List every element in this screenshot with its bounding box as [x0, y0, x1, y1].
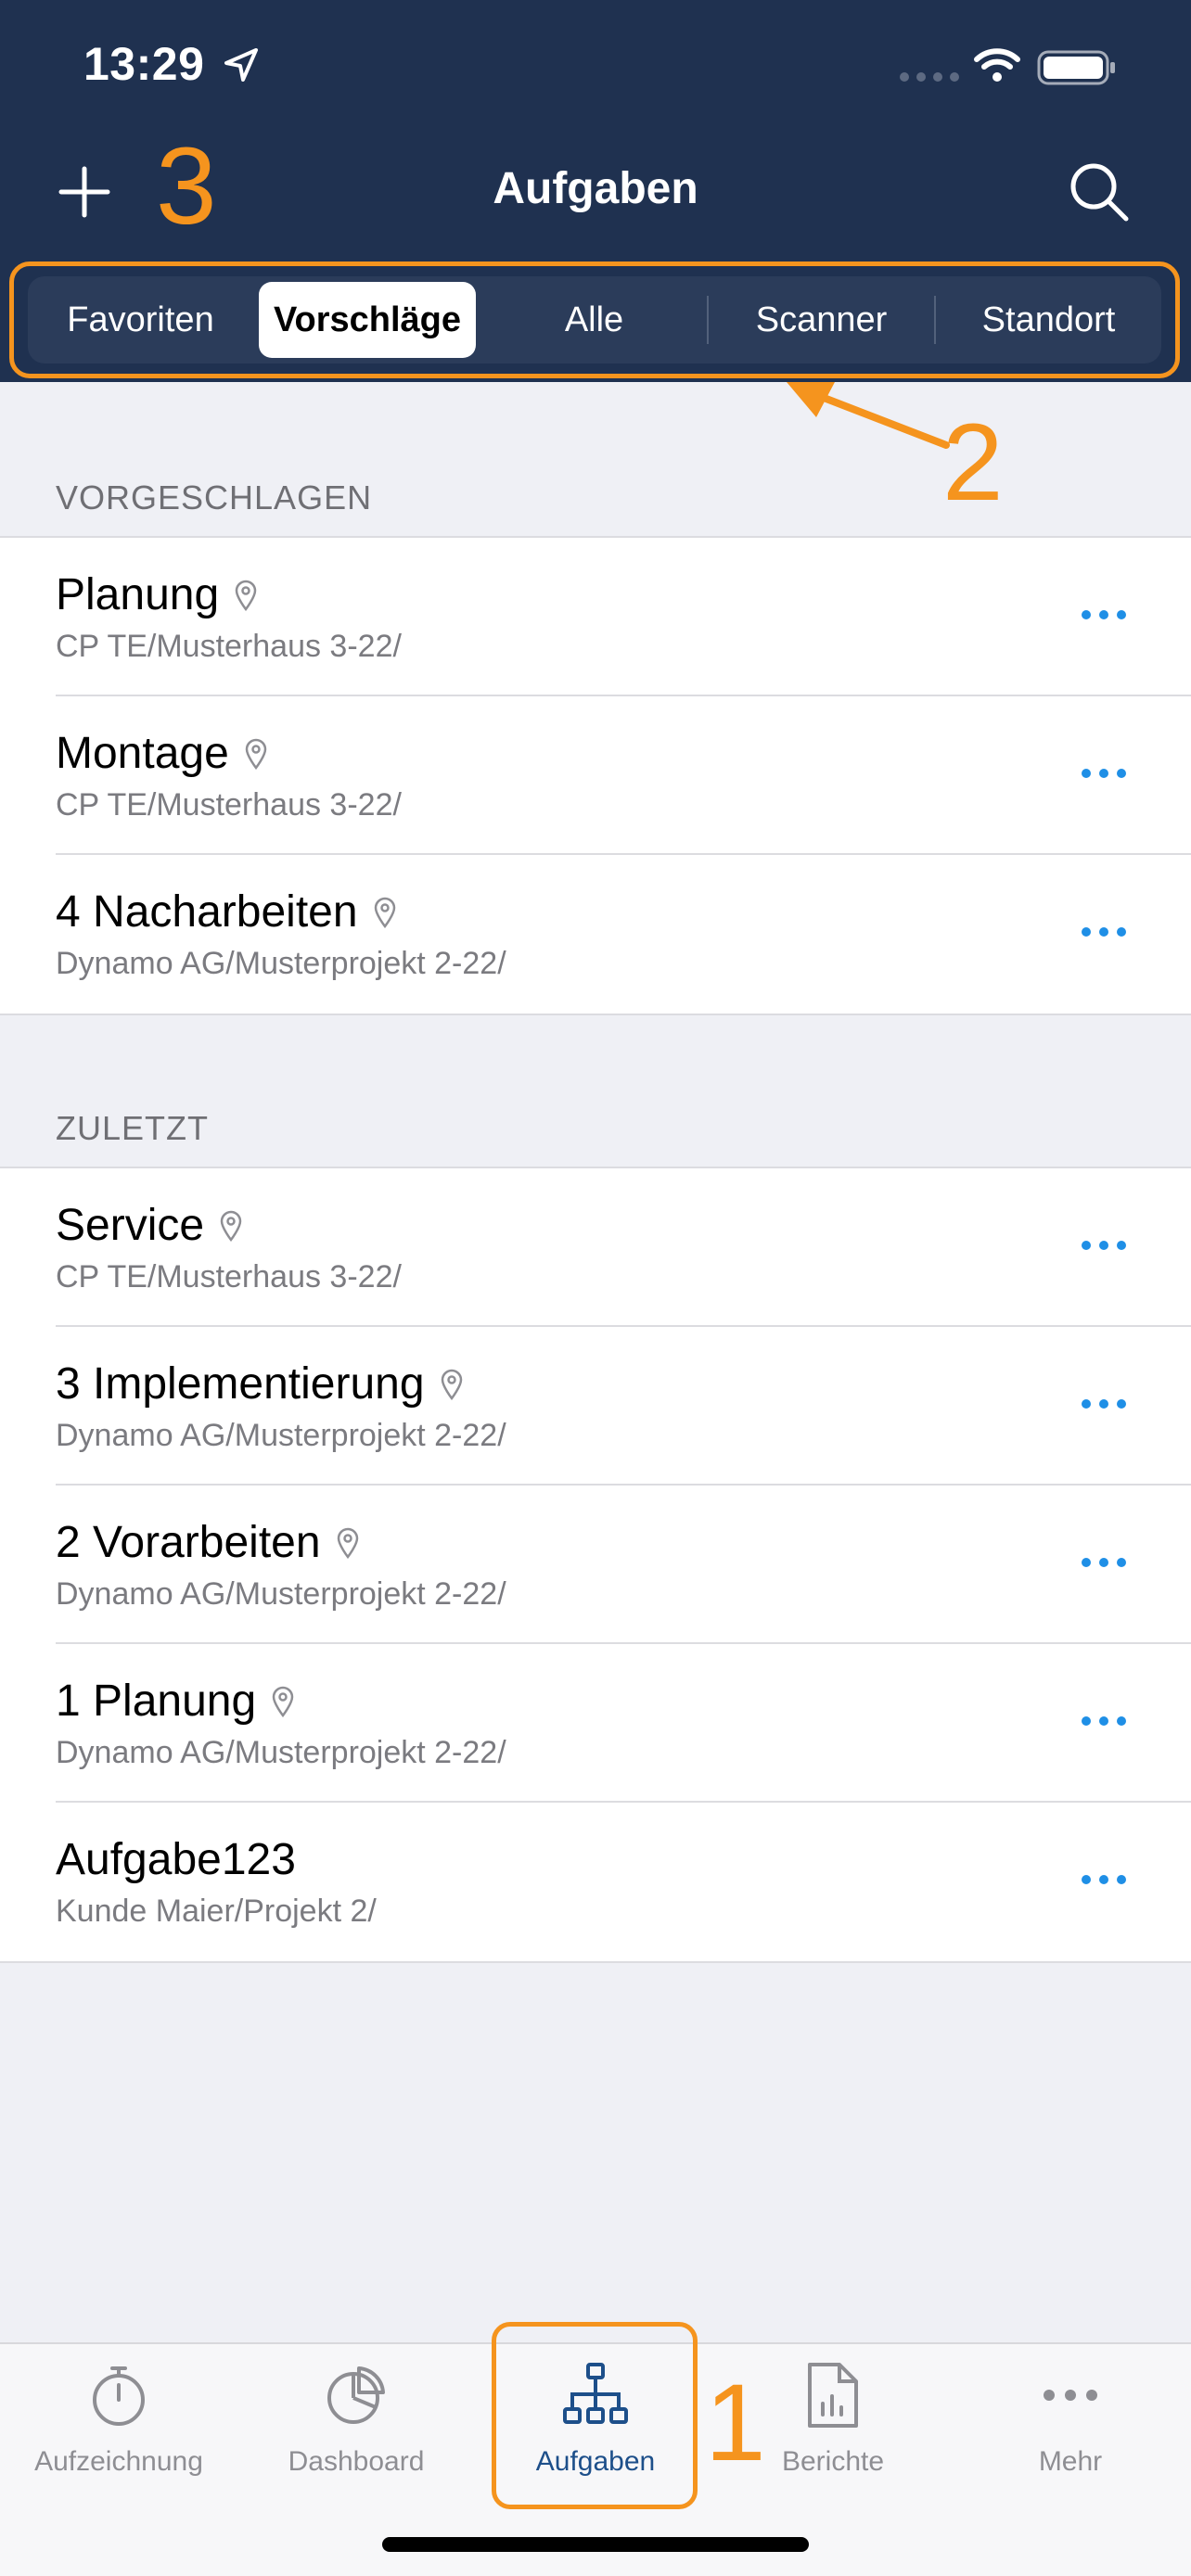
task-path: Dynamo AG/Musterprojekt 2-22/ [56, 946, 506, 981]
more-options-icon[interactable] [1082, 1558, 1126, 1567]
task-title: 1 Planung [56, 1677, 257, 1726]
section-header-zuletzt: ZULETZT [56, 1109, 209, 1147]
task-path: Dynamo AG/Musterprojekt 2-22/ [56, 1735, 506, 1770]
more-options-icon[interactable] [1082, 1716, 1126, 1726]
tab-label: Berichte [781, 2446, 885, 2477]
recent-list: Service CP TE/Musterhaus 3-22/ 3 Impleme… [0, 1167, 1191, 1963]
task-title: Montage [56, 729, 229, 778]
tab-label: Dashboard [288, 2446, 425, 2477]
list-item[interactable]: Service CP TE/Musterhaus 3-22/ [0, 1168, 1191, 1327]
list-item[interactable]: Planung CP TE/Musterhaus 3-22/ [0, 538, 1191, 696]
more-options-icon[interactable] [1082, 1241, 1126, 1250]
status-time: 13:29 [83, 38, 205, 90]
list-item[interactable]: 4 Nacharbeiten Dynamo AG/Musterprojekt 2… [0, 855, 1191, 1014]
list-item[interactable]: 1 Planung Dynamo AG/Musterprojekt 2-22/ [0, 1644, 1191, 1803]
task-path: CP TE/Musterhaus 3-22/ [56, 629, 402, 664]
task-title: Planung [56, 570, 220, 619]
list-item[interactable]: 2 Vorarbeiten Dynamo AG/Musterprojekt 2-… [0, 1486, 1191, 1644]
list-item[interactable]: Montage CP TE/Musterhaus 3-22/ [0, 696, 1191, 855]
more-icon [1044, 2390, 1097, 2401]
task-path: Dynamo AG/Musterprojekt 2-22/ [56, 1418, 506, 1453]
page-title: Aufgaben [493, 164, 698, 213]
battery-icon [1037, 50, 1115, 85]
report-icon [808, 2363, 858, 2428]
task-path: CP TE/Musterhaus 3-22/ [56, 1259, 402, 1294]
annotation-arrow-icon [787, 382, 950, 449]
search-icon[interactable] [1067, 159, 1132, 224]
task-title: 2 Vorarbeiten [56, 1518, 321, 1567]
location-pin-icon [220, 1210, 242, 1242]
task-path: Kunde Maier/Projekt 2/ [56, 1894, 377, 1929]
list-item[interactable]: Aufgabe123 Kunde Maier/Projekt 2/ [0, 1803, 1191, 1961]
wifi-icon [974, 48, 1020, 82]
task-path: CP TE/Musterhaus 3-22/ [56, 787, 402, 823]
location-pin-icon [245, 738, 267, 770]
location-pin-icon [441, 1369, 462, 1400]
tab-aufzeichnung[interactable]: Aufzeichnung [17, 2361, 221, 2500]
more-options-icon[interactable] [1082, 1875, 1126, 1884]
suggested-list: Planung CP TE/Musterhaus 3-22/ Montage C… [0, 536, 1191, 1015]
task-path: Dynamo AG/Musterprojekt 2-22/ [56, 1576, 506, 1612]
location-pin-icon [272, 1686, 294, 1717]
tab-mehr[interactable]: Mehr [968, 2361, 1172, 2500]
tab-label: Aufzeichnung [34, 2446, 203, 2477]
cellular-signal-icon [900, 72, 959, 82]
more-options-icon[interactable] [1082, 927, 1126, 937]
navigation-bar: 3 Aufgaben [0, 132, 1191, 250]
tab-dashboard[interactable]: Dashboard [254, 2361, 458, 2500]
status-bar: 13:29 [0, 0, 1191, 134]
task-title: 4 Nacharbeiten [56, 887, 358, 937]
annotation-highlight-segments [9, 261, 1180, 378]
task-title: Aufgabe123 [56, 1835, 296, 1884]
task-title: Service [56, 1201, 205, 1250]
more-options-icon[interactable] [1082, 1399, 1126, 1409]
section-header-vorgeschlagen: VORGESCHLAGEN [56, 478, 373, 516]
list-item[interactable]: 3 Implementierung Dynamo AG/Musterprojek… [0, 1327, 1191, 1486]
location-pin-icon [337, 1527, 358, 1559]
more-options-icon[interactable] [1082, 610, 1126, 619]
annotation-number-2: 2 [942, 402, 1004, 524]
location-pin-icon [374, 897, 395, 928]
location-pin-icon [235, 580, 257, 611]
annotation-number-1: 1 [705, 2362, 766, 2484]
task-title: 3 Implementierung [56, 1359, 425, 1409]
stopwatch-icon [93, 2366, 145, 2426]
location-arrow-icon [224, 48, 258, 82]
tab-label: Mehr [1038, 2446, 1103, 2477]
more-options-icon[interactable] [1082, 769, 1126, 778]
pie-chart-icon [327, 2366, 385, 2424]
home-indicator[interactable] [382, 2537, 809, 2552]
annotation-highlight-tab [492, 2322, 698, 2509]
